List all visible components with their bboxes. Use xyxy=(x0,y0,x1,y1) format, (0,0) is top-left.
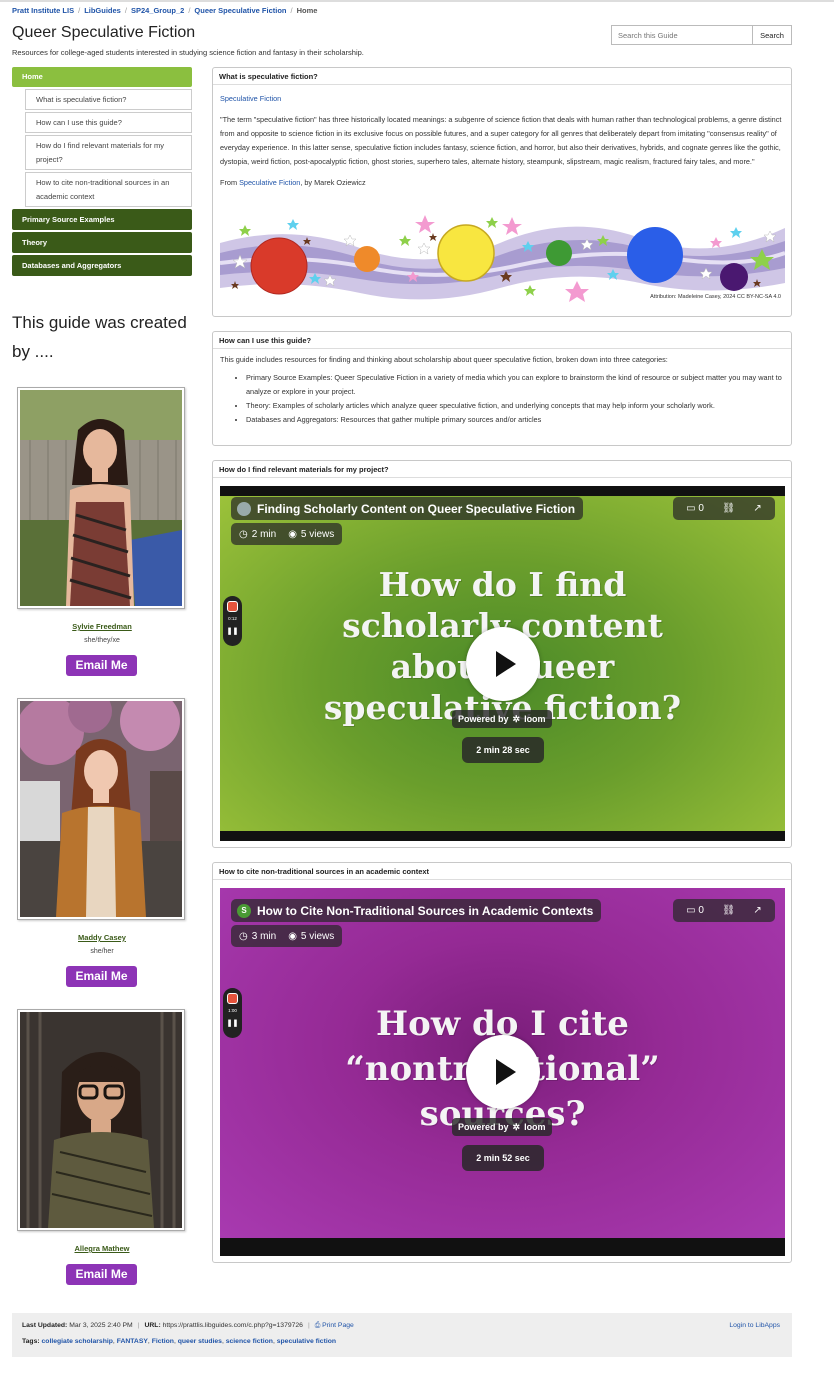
profile-pronouns: she/her xyxy=(90,948,114,955)
list-item: Databases and Aggregators: Resources tha… xyxy=(246,413,784,427)
video-actions: ▭ 0 ⛓ ↗ xyxy=(673,497,775,520)
box-heading: How can I use this guide? xyxy=(213,332,791,349)
video-meta: ◷ 2 min ◉ 5 views xyxy=(231,523,343,545)
loom-logo-icon: ✲ xyxy=(512,1121,521,1132)
link-icon[interactable]: ⛓ xyxy=(722,503,735,514)
page-title: Queer Speculative Fiction xyxy=(12,24,196,41)
profile-name[interactable]: Maddy Casey xyxy=(12,933,192,942)
loom-video-player[interactable]: S How to Cite Non-Traditional Sources in … xyxy=(220,888,785,1256)
search-input[interactable] xyxy=(611,25,752,45)
powered-by-loom[interactable]: Powered by ✲ loom xyxy=(452,1118,552,1136)
profile-pronouns: she/they/xe xyxy=(84,637,120,644)
image-attribution: Attribution: Madeleine Casey, 2024 CC BY… xyxy=(650,294,781,300)
list-item: Primary Source Examples: Queer Speculati… xyxy=(246,371,784,399)
tag-link[interactable]: FANTASY xyxy=(117,1338,148,1345)
profile-photo xyxy=(17,1009,185,1231)
source-credit: From Speculative Fiction, by Marek Oziew… xyxy=(220,178,366,187)
breadcrumb-guide[interactable]: Queer Speculative Fiction xyxy=(194,6,286,15)
nav-subitem-find-materials[interactable]: How do I find relevant materials for my … xyxy=(25,135,192,170)
external-link-icon[interactable]: ↗ xyxy=(753,503,761,514)
clock-icon: ◷ xyxy=(239,930,248,942)
video-duration: 2 min 28 sec xyxy=(462,737,544,763)
nav-subitem-cite[interactable]: How to cite non-traditional sources in a… xyxy=(25,172,192,207)
footer-tags: Tags: collegiate scholarship, FANTASY, F… xyxy=(22,1338,337,1345)
comment-icon[interactable]: ▭ 0 xyxy=(686,503,704,514)
loom-video-player[interactable]: Finding Scholarly Content on Queer Specu… xyxy=(220,486,785,841)
video-actions: ▭ 0 ⛓ ↗ xyxy=(673,899,775,922)
profile-name[interactable]: Sylvie Freedman xyxy=(12,622,192,631)
profile-photo xyxy=(17,698,185,920)
page-url: https://prattlis.libguides.com/c.php?g=1… xyxy=(162,1322,303,1329)
tag-link[interactable]: speculative fiction xyxy=(277,1338,336,1345)
box-how-use-guide: How can I use this guide? This guide inc… xyxy=(212,331,792,446)
top-border xyxy=(0,0,834,2)
link-icon[interactable]: ⛓ xyxy=(722,905,735,916)
definition-quote: "The term "speculative fiction" has thre… xyxy=(220,115,782,166)
play-button-icon[interactable] xyxy=(466,1035,540,1109)
profile-photo xyxy=(17,387,185,609)
box-cite-sources: How to cite non-traditional sources in a… xyxy=(212,862,792,1263)
tag-link[interactable]: science fiction xyxy=(226,1338,273,1345)
play-button-icon[interactable] xyxy=(466,627,540,701)
video-title-bar[interactable]: S How to Cite Non-Traditional Sources in … xyxy=(231,899,602,922)
box-find-materials: How do I find relevant materials for my … xyxy=(212,460,792,848)
powered-by-loom[interactable]: Powered by ✲ loom xyxy=(452,710,552,728)
guide-search: Search xyxy=(611,25,792,45)
eye-icon: ◉ xyxy=(288,930,297,942)
box-what-is-speculative-fiction: What is speculative fiction? Speculative… xyxy=(212,67,792,317)
tag-link[interactable]: collegiate scholarship xyxy=(42,1338,113,1345)
email-me-button[interactable]: Email Me xyxy=(66,1264,137,1285)
source-link[interactable]: Speculative Fiction xyxy=(239,178,300,187)
list-item: Theory: Examples of scholarly articles w… xyxy=(246,399,784,413)
last-updated: Mar 3, 2025 2:40 PM xyxy=(69,1322,133,1329)
print-page-link[interactable]: ⎙ Print Page xyxy=(315,1322,354,1329)
footer-meta: Last Updated: Mar 3, 2025 2:40 PM | URL: h… xyxy=(22,1322,354,1329)
breadcrumb-pratt[interactable]: Pratt Institute LIS xyxy=(12,6,74,15)
video-duration: 2 min 52 sec xyxy=(462,1145,544,1171)
print-icon: ⎙ xyxy=(314,1322,321,1329)
tag-link[interactable]: Fiction xyxy=(152,1338,174,1345)
breadcrumb: Pratt Institute LIS / LibGuides / SP24_Group… xyxy=(12,6,318,15)
nav-subitem-how-use[interactable]: How can I use this guide? xyxy=(25,112,192,133)
login-libapps-link[interactable]: Login to LibApps xyxy=(729,1322,780,1329)
nav-home[interactable]: Home xyxy=(12,67,192,87)
box-heading: How do I find relevant materials for my … xyxy=(213,461,791,478)
nav-databases[interactable]: Databases and Aggregators xyxy=(12,255,192,276)
guide-nav: Home What is speculative fiction? How ca… xyxy=(12,67,192,276)
author-avatar-icon xyxy=(237,501,251,516)
planets-banner: Attribution: Madeleine Casey, 2024 CC BY… xyxy=(219,213,786,306)
nav-theory[interactable]: Theory xyxy=(12,232,192,253)
eye-icon: ◉ xyxy=(288,528,297,540)
video-title-bar[interactable]: Finding Scholarly Content on Queer Specu… xyxy=(231,497,584,520)
box-heading: What is speculative fiction? xyxy=(213,68,791,85)
tag-link[interactable]: queer studies xyxy=(178,1338,222,1345)
page-footer: Last Updated: Mar 3, 2025 2:40 PM | URL: h… xyxy=(12,1313,792,1357)
category-list: Primary Source Examples: Queer Speculati… xyxy=(246,371,784,427)
email-me-button[interactable]: Email Me xyxy=(66,655,137,676)
comment-icon[interactable]: ▭ 0 xyxy=(686,905,704,916)
nav-subpages: What is speculative fiction? How can I u… xyxy=(25,89,192,207)
breadcrumb-current: Home xyxy=(296,6,318,15)
speculative-fiction-link[interactable]: Speculative Fiction xyxy=(220,94,281,103)
breadcrumb-group[interactable]: SP24_Group_2 xyxy=(131,6,184,15)
author-avatar-icon: S xyxy=(237,903,251,918)
clock-icon: ◷ xyxy=(239,528,248,540)
guide-intro: This guide includes resources for findin… xyxy=(220,355,668,364)
external-link-icon[interactable]: ↗ xyxy=(753,905,761,916)
created-by-heading: This guide was created by .... xyxy=(12,313,187,361)
search-button[interactable]: Search xyxy=(752,25,792,45)
loom-logo-icon: ✲ xyxy=(512,713,521,724)
nav-subitem-what-is[interactable]: What is speculative fiction? xyxy=(25,89,192,110)
nav-primary-sources[interactable]: Primary Source Examples xyxy=(12,209,192,230)
breadcrumb-libguides[interactable]: LibGuides xyxy=(84,6,121,15)
profile-name[interactable]: Allegra Mathew xyxy=(12,1244,192,1253)
video-meta: ◷ 3 min ◉ 5 views xyxy=(231,925,343,947)
email-me-button[interactable]: Email Me xyxy=(66,966,137,987)
page-description: Resources for college-aged students inte… xyxy=(12,48,364,57)
box-heading: How to cite non-traditional sources in a… xyxy=(213,863,791,880)
